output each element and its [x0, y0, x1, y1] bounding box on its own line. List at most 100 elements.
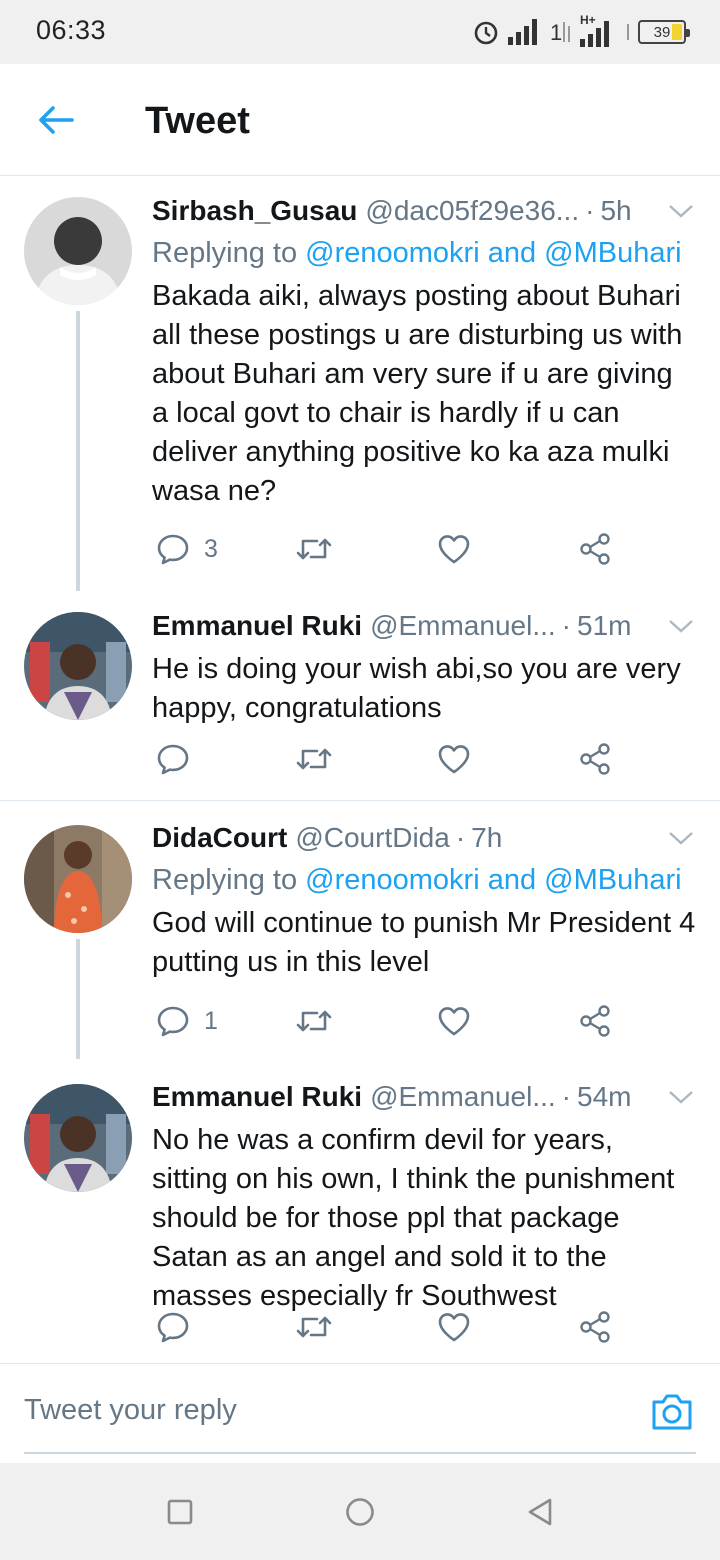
- camera-icon: [652, 1394, 692, 1430]
- back-icon: [528, 1498, 552, 1526]
- tweet-text: He is doing your wish abi,so you are ver…: [152, 653, 681, 724]
- retweet-button[interactable]: [295, 1305, 333, 1349]
- chevron-down-icon: [669, 832, 693, 845]
- tweet-thread-list[interactable]: Sirbash_Gusau @dac05f29e36... · 5h Reply…: [0, 177, 720, 1363]
- tweet-meta: Emmanuel Ruki @Emmanuel... · 54m: [152, 1077, 696, 1117]
- reply-button[interactable]: 1: [156, 999, 218, 1043]
- share-icon: [580, 1005, 610, 1037]
- hplus-signal-icon: H+: [580, 13, 618, 47]
- tweet-menu-button[interactable]: [666, 824, 696, 852]
- home-button[interactable]: [343, 1495, 377, 1529]
- author-name[interactable]: Sirbash_Gusau: [152, 195, 357, 227]
- author-handle: @dac05f29e36...: [365, 195, 580, 226]
- tweet-actions: [152, 1305, 632, 1349]
- replying-to: Replying to @renoomokri and @MBuhari: [152, 860, 696, 900]
- avatar[interactable]: [24, 1084, 132, 1192]
- status-bar: 06:33 1 H+ 39: [0, 0, 720, 64]
- tweet-meta: DidaCourt @CourtDida · 7h: [152, 818, 696, 858]
- replying-mentions[interactable]: @renoomokri and @MBuhari: [305, 864, 681, 896]
- avatar[interactable]: [24, 825, 132, 933]
- alarm-icon: [474, 21, 498, 45]
- author-name[interactable]: DidaCourt: [152, 822, 287, 854]
- status-time: 06:33: [36, 15, 107, 45]
- reply-icon: [157, 744, 189, 775]
- like-icon: [438, 535, 470, 564]
- replying-to: Replying to @renoomokri and @MBuhari: [152, 233, 696, 273]
- tweet-content: Emmanuel Ruki @Emmanuel... · 51m He is d…: [152, 606, 696, 728]
- tweet-age: 7h: [471, 822, 503, 853]
- tweet-menu-button[interactable]: [666, 612, 696, 640]
- tweet-age: 54m: [577, 1081, 632, 1112]
- retweet-icon: [296, 1316, 332, 1338]
- status-icons: 1 H+ 39: [472, 13, 690, 48]
- retweet-icon: [296, 748, 332, 770]
- tweet-item[interactable]: Emmanuel Ruki @Emmanuel... · 51m He is d…: [0, 597, 720, 797]
- retweet-button[interactable]: [295, 737, 333, 781]
- camera-button[interactable]: [650, 1392, 694, 1432]
- share-button[interactable]: [578, 527, 612, 571]
- reply-count: 1: [204, 1006, 218, 1035]
- thread-line: [76, 939, 80, 1059]
- data-transfer-icon: 1: [550, 20, 570, 45]
- tweet-item[interactable]: DidaCourt @CourtDida · 7h Replying to @r…: [0, 801, 720, 1059]
- tweet-content: Emmanuel Ruki @Emmanuel... · 54m No he w…: [152, 1077, 696, 1316]
- reply-count: 3: [204, 534, 218, 563]
- recent-apps-button[interactable]: [163, 1495, 197, 1529]
- recent-apps-icon: [167, 1499, 193, 1525]
- thread-line: [76, 311, 80, 591]
- tweet-actions: [152, 737, 632, 781]
- reply-button[interactable]: 3: [156, 527, 218, 571]
- tweet-age: 51m: [577, 610, 632, 641]
- avatar[interactable]: [24, 197, 132, 305]
- replying-mentions[interactable]: @renoomokri and @MBuhari: [305, 237, 681, 269]
- tweet-text: God will continue to punish Mr President…: [152, 907, 696, 978]
- reply-button[interactable]: [156, 1305, 204, 1349]
- retweet-button[interactable]: [295, 999, 333, 1043]
- back-arrow-icon: [39, 106, 74, 134]
- author-handle: @Emmanuel...: [370, 610, 556, 641]
- reply-icon: [157, 1006, 189, 1037]
- system-nav-bar: [0, 1463, 720, 1560]
- tweet-text: No he was a confirm devil for years, sit…: [152, 1124, 675, 1312]
- tweet-text: Bakada aiki, always posting about Buhari…: [152, 280, 683, 507]
- battery-icon: 39: [638, 20, 690, 44]
- like-button[interactable]: [437, 737, 471, 781]
- replying-prefix: Replying to: [152, 864, 298, 896]
- share-button[interactable]: [578, 1305, 612, 1349]
- reply-composer: Tweet your reply: [0, 1363, 720, 1463]
- tweet-item[interactable]: Emmanuel Ruki @Emmanuel... · 54m No he w…: [0, 1067, 720, 1363]
- home-icon: [346, 1498, 374, 1526]
- share-button[interactable]: [578, 737, 612, 781]
- like-icon: [438, 1007, 470, 1036]
- share-icon: [580, 533, 610, 565]
- share-button[interactable]: [578, 999, 612, 1043]
- like-button[interactable]: [437, 527, 471, 571]
- back-button[interactable]: [28, 96, 84, 144]
- author-handle: @Emmanuel...: [370, 1081, 556, 1112]
- avatar[interactable]: [24, 612, 132, 720]
- tweet-content: Sirbash_Gusau @dac05f29e36... · 5h Reply…: [152, 191, 696, 511]
- like-button[interactable]: [437, 1305, 471, 1349]
- retweet-button[interactable]: [295, 527, 333, 571]
- tweet-actions: 1: [152, 999, 632, 1043]
- tweet-menu-button[interactable]: [666, 1083, 696, 1111]
- tweet-menu-button[interactable]: [666, 197, 696, 225]
- battery-level: 39: [653, 23, 671, 41]
- reply-icon: [157, 1312, 189, 1343]
- tweet-item[interactable]: Sirbash_Gusau @dac05f29e36... · 5h Reply…: [0, 177, 720, 591]
- chevron-down-icon: [669, 620, 693, 633]
- tweet-age: 5h: [600, 195, 632, 226]
- meta-separator: ·: [455, 822, 466, 853]
- like-button[interactable]: [437, 999, 471, 1043]
- reply-input-underline: [24, 1452, 696, 1454]
- author-name[interactable]: Emmanuel Ruki: [152, 1081, 362, 1113]
- top-app-bar: Tweet: [0, 64, 720, 176]
- system-back-button[interactable]: [523, 1495, 557, 1529]
- reply-input[interactable]: Tweet your reply: [24, 1394, 237, 1427]
- tweet-actions: 3: [152, 527, 632, 571]
- tweet-meta: Sirbash_Gusau @dac05f29e36... · 5h: [152, 191, 696, 231]
- reply-button[interactable]: [156, 737, 204, 781]
- replying-prefix: Replying to: [152, 237, 298, 269]
- author-name[interactable]: Emmanuel Ruki: [152, 610, 362, 642]
- page-title: Tweet: [145, 100, 250, 142]
